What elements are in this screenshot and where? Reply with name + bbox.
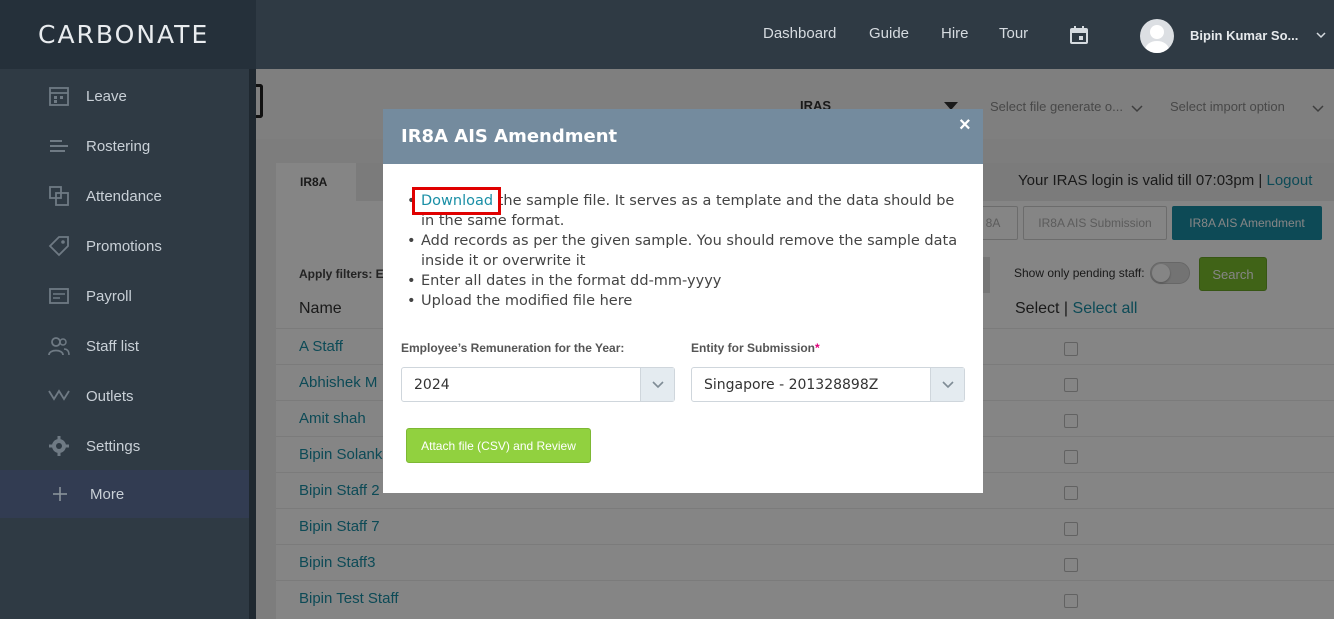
- list-item: Upload the modified file here: [407, 291, 967, 311]
- sidebar-item-label: Settings: [86, 437, 141, 455]
- entity-select-toggle[interactable]: [930, 368, 964, 401]
- list-item: Enter all dates in the format dd-mm-yyyy: [407, 271, 967, 291]
- sidebar-item-label: Leave: [86, 87, 127, 105]
- nav-dashboard[interactable]: Dashboard: [763, 25, 836, 42]
- attendance-icon: [49, 186, 69, 206]
- top-bar: CARBONATE Dashboard Guide Hire Tour Bipi…: [0, 0, 1334, 69]
- sidebar-item-leave[interactable]: Leave: [0, 72, 249, 120]
- sidebar: Leave Rostering Attendance Promotions Pa…: [0, 69, 249, 619]
- entity-label: Entity for Submission*: [691, 341, 820, 355]
- entity-select[interactable]: Singapore - 201328898Z: [691, 367, 965, 402]
- sidebar-item-label: Payroll: [86, 287, 132, 305]
- tag-icon: [48, 236, 69, 257]
- sidebar-item-label: Outlets: [86, 387, 134, 405]
- roster-icon: [50, 140, 68, 152]
- attach-file-button[interactable]: Attach file (CSV) and Review: [406, 428, 591, 463]
- sidebar-item-label: Staff list: [86, 337, 140, 355]
- modal-header: IR8A AIS Amendment ×: [383, 109, 983, 164]
- list-item: Add records as per the given sample. You…: [407, 231, 967, 271]
- payroll-icon: [49, 288, 69, 304]
- required-marker: *: [815, 341, 820, 355]
- year-label: Employee’s Remuneration for the Year:: [401, 341, 625, 355]
- gear-icon: [49, 436, 69, 456]
- entity-label-text: Entity for Submission: [691, 341, 816, 355]
- sidebar-item-payroll[interactable]: Payroll: [0, 272, 249, 320]
- amendment-modal: IR8A AIS Amendment × Download the sample…: [383, 109, 983, 493]
- modal-title: IR8A AIS Amendment: [401, 126, 618, 147]
- nav-guide[interactable]: Guide: [869, 25, 909, 42]
- sidebar-item-label: More: [90, 485, 125, 503]
- sidebar-item-more[interactable]: More: [0, 470, 249, 518]
- year-select[interactable]: 2024: [401, 367, 675, 402]
- sidebar-scrollbar[interactable]: [249, 69, 256, 619]
- calendar-icon[interactable]: [1070, 26, 1088, 44]
- logo-area: CARBONATE: [0, 0, 256, 69]
- entity-select-value: Singapore - 201328898Z: [704, 377, 879, 393]
- nav-tour[interactable]: Tour: [999, 25, 1028, 42]
- chevron-down-icon[interactable]: [1316, 30, 1326, 40]
- user-name[interactable]: Bipin Kumar So...: [1190, 28, 1298, 43]
- sidebar-item-promotions[interactable]: Promotions: [0, 222, 249, 270]
- outlets-icon: [48, 389, 70, 401]
- calendar-grid-icon: [49, 87, 69, 106]
- chevron-down-icon: [941, 380, 954, 388]
- sidebar-item-label: Attendance: [86, 187, 162, 205]
- users-icon: [48, 337, 70, 356]
- sidebar-item-staff-list[interactable]: Staff list: [0, 322, 249, 370]
- sidebar-item-label: Rostering: [86, 137, 151, 155]
- sidebar-item-rostering[interactable]: Rostering: [0, 122, 249, 170]
- nav-hire[interactable]: Hire: [941, 25, 969, 42]
- sidebar-item-attendance[interactable]: Attendance: [0, 172, 249, 220]
- sidebar-item-outlets[interactable]: Outlets: [0, 372, 249, 420]
- chevron-down-icon: [651, 380, 664, 388]
- sidebar-item-label: Promotions: [86, 237, 162, 255]
- year-select-value: 2024: [414, 377, 450, 393]
- download-highlight: [412, 187, 501, 215]
- close-icon[interactable]: ×: [959, 114, 971, 137]
- avatar[interactable]: [1140, 19, 1174, 53]
- sidebar-item-settings[interactable]: Settings: [0, 422, 249, 470]
- plus-icon: [53, 487, 67, 501]
- user-avatar-icon: [1145, 25, 1169, 53]
- app-logo[interactable]: CARBONATE: [38, 20, 209, 49]
- instruction-text: the sample file. It serves as a template…: [421, 193, 955, 229]
- year-select-toggle[interactable]: [640, 368, 674, 401]
